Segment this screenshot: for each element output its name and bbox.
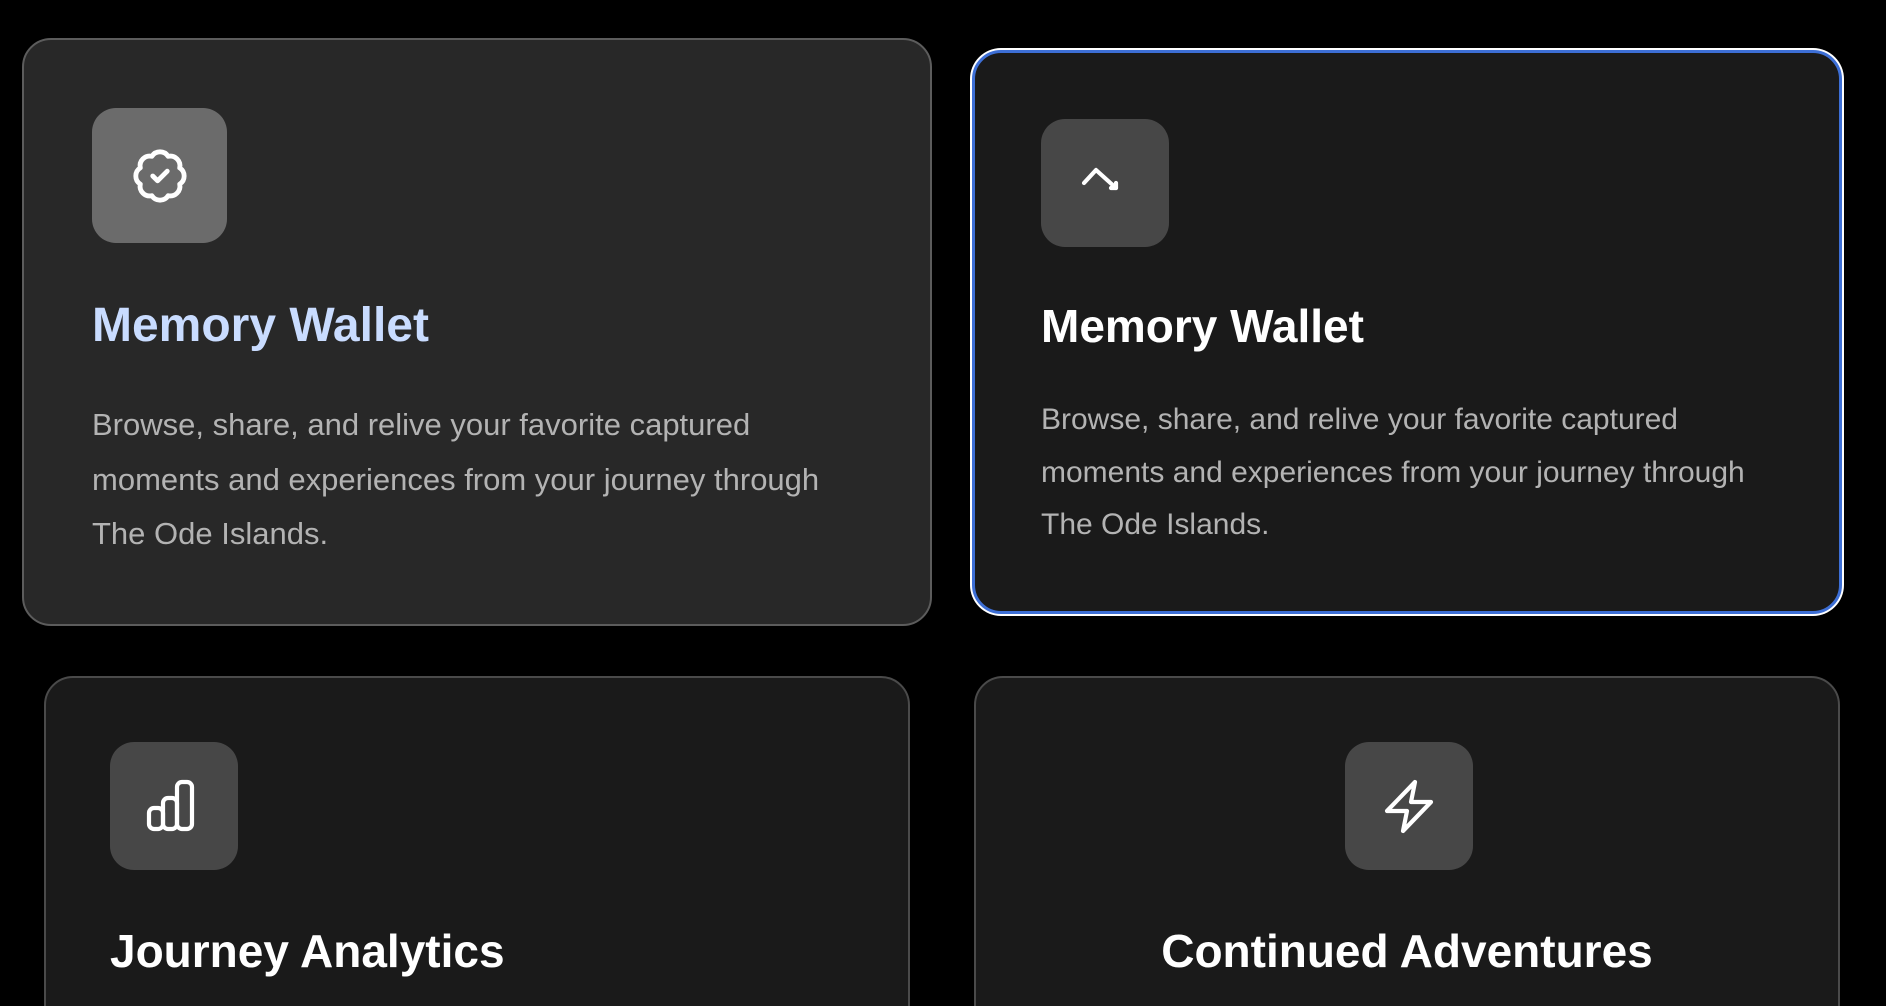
card-description: Browse, share, and relive your favorite … [1041, 403, 1745, 541]
lightning-icon [1345, 742, 1473, 870]
card-title: Memory Wallet [1041, 300, 1364, 352]
card-title: Journey Analytics [110, 925, 505, 977]
memory-wallet-card-focused[interactable]: Memory Wallet Browse, share, and relive … [972, 50, 1842, 614]
feature-grid: Memory Wallet Browse, share, and relive … [0, 0, 1886, 1006]
card-description: Browse, share, and relive your favorite … [92, 407, 820, 551]
badge-check-icon [92, 108, 227, 243]
card-title: Continued Adventures [1161, 925, 1653, 977]
journey-analytics-card[interactable]: Journey Analytics [44, 676, 910, 1006]
memory-wallet-card-hovered[interactable]: Memory Wallet Browse, share, and relive … [22, 38, 932, 626]
arrow-icon [1041, 119, 1169, 247]
card-title: Memory Wallet [92, 299, 429, 352]
bar-chart-icon [110, 742, 238, 870]
continued-adventures-card[interactable]: Continued Adventures [974, 676, 1840, 1006]
